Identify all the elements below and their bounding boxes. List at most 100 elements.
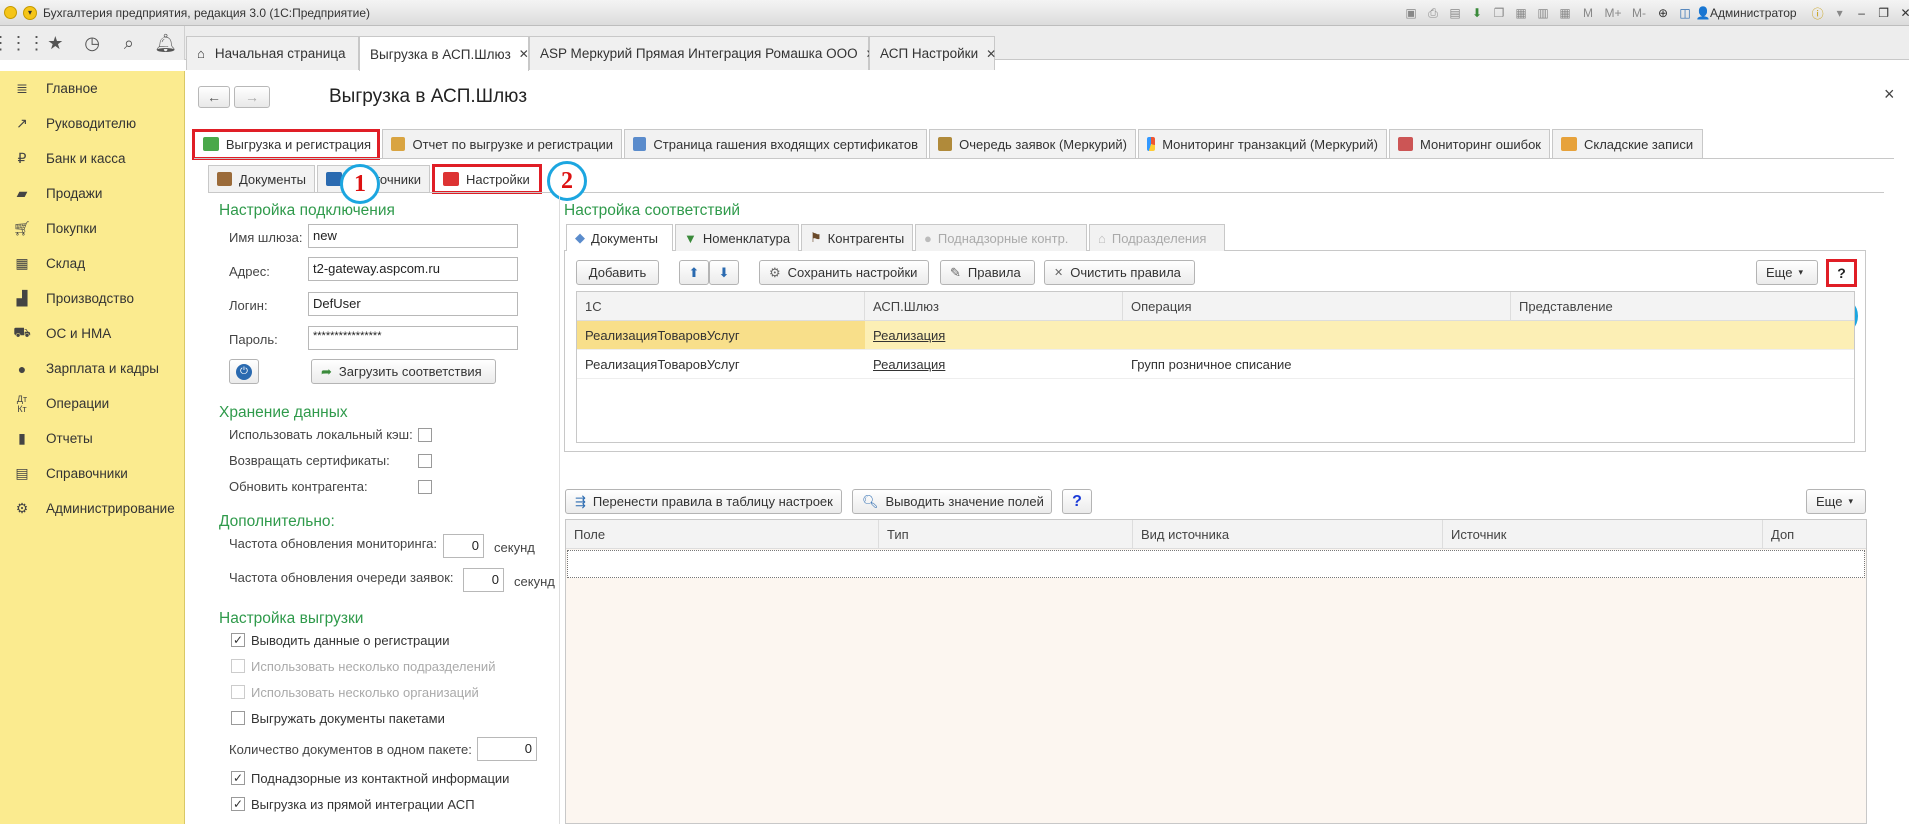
sidebar-item-production[interactable]: ▟ Производство [12, 281, 134, 316]
tab-transaction-monitoring[interactable]: Мониторинг транзакций (Меркурий) [1138, 129, 1387, 158]
notifications-icon[interactable]: 🔔︎ [147, 26, 184, 60]
column-header-extra[interactable]: Доп [1763, 520, 1866, 548]
multiple-departments-checkbox[interactable] [231, 659, 245, 673]
app-menu-icon[interactable]: ▾ [23, 5, 37, 20]
copy-icon[interactable]: ❐ [1488, 2, 1510, 24]
sidebar-item-assets[interactable]: ⛟ ОС и НМА [12, 316, 111, 351]
sidebar-item-salary[interactable]: ● Зарплата и кадры [12, 351, 159, 386]
column-header-source-kind[interactable]: Вид источника [1133, 520, 1443, 548]
cell-gateway[interactable]: Реализация [865, 321, 1123, 349]
packet-export-checkbox[interactable] [231, 711, 245, 725]
help-fields-button[interactable]: ? [1062, 489, 1092, 514]
memory-mplus-button[interactable]: M+ [1600, 2, 1626, 24]
column-splitter[interactable] [559, 196, 560, 824]
sidebar-item-catalogs[interactable]: ▤ Справочники [12, 456, 127, 491]
close-window-icon[interactable]: ✕ [1895, 2, 1909, 24]
column-header-source[interactable]: Источник [1443, 520, 1763, 548]
tab-asp-settings[interactable]: АСП Настройки ✕ [869, 36, 996, 70]
show-values-button[interactable]: 🔍︎ Выводить значение полей [852, 489, 1052, 514]
local-cache-checkbox[interactable] [418, 428, 432, 442]
back-button[interactable]: ← [198, 86, 230, 108]
rules-button[interactable]: ✎ Правила [940, 260, 1035, 285]
packet-size-field[interactable]: 0 [477, 737, 537, 761]
memory-mminus-button[interactable]: M- [1626, 2, 1652, 24]
multiple-organizations-checkbox[interactable] [231, 685, 245, 699]
sidebar-item-purchases[interactable]: 🛒︎ Покупки [12, 211, 97, 246]
preview-icon[interactable]: ▤ [1444, 2, 1466, 24]
mapping-tab-contractors[interactable]: ⚑ Контрагенты [801, 224, 913, 251]
mapping-tab-departments[interactable]: ⌂ Подразделения [1089, 224, 1225, 251]
login-field[interactable]: DefUser [308, 292, 518, 316]
column-header-1c[interactable]: 1С [577, 292, 865, 320]
help-button[interactable]: ? [1826, 259, 1857, 287]
tab-export[interactable]: Выгрузка в АСП.Шлюз ✕ [359, 36, 529, 71]
close-tab-icon[interactable]: ✕ [986, 47, 996, 61]
minimize-icon[interactable]: – [1851, 2, 1873, 24]
subtab-documents[interactable]: Документы [208, 165, 315, 192]
update-contractor-checkbox[interactable] [418, 480, 432, 494]
registration-data-checkbox[interactable]: ✓ [231, 633, 245, 647]
close-tab-icon[interactable]: ✕ [519, 47, 529, 61]
table-icon[interactable]: ▦ [1510, 2, 1532, 24]
calendar-icon[interactable]: ▦ [1554, 2, 1576, 24]
tab-home[interactable]: ⌂ Начальная страница [186, 36, 359, 70]
queue-frequency-field[interactable]: 0 [463, 568, 504, 592]
column-header-operation[interactable]: Операция [1123, 292, 1511, 320]
save-icon[interactable]: ▣ [1400, 2, 1422, 24]
gateway-name-field[interactable]: new [308, 224, 518, 248]
panel-icon[interactable]: ◫ [1674, 2, 1696, 24]
mapping-tab-supervised[interactable]: ● Поднадзорные контр. [915, 224, 1087, 251]
move-up-button[interactable]: ⬆ [679, 260, 709, 285]
tab-request-queue[interactable]: Очередь заявок (Меркурий) [929, 129, 1136, 158]
save-settings-button[interactable]: ⚙ Сохранить настройки [759, 260, 929, 285]
column-header-type[interactable]: Тип [879, 520, 1133, 548]
calculator-icon[interactable]: ▥ [1532, 2, 1554, 24]
search-icon[interactable]: ⌕ [111, 26, 148, 60]
sidebar-item-bank[interactable]: ₽ Банк и касса [12, 141, 126, 176]
clear-rules-button[interactable]: ✕ Очистить правила [1044, 260, 1195, 285]
sidebar-item-operations[interactable]: Дт Кт Операции [12, 386, 109, 421]
tab-certificates[interactable]: Страница гашения входящих сертификатов [624, 129, 927, 158]
tab-warehouse-records[interactable]: Складские записи [1552, 129, 1703, 158]
history-icon[interactable]: ◷ [74, 26, 111, 60]
column-header-representation[interactable]: Представление [1511, 292, 1854, 320]
favorites-icon[interactable]: ★ [37, 26, 74, 60]
memory-m-button[interactable]: M [1576, 2, 1600, 24]
mapping-tab-nomenclature[interactable]: ▼ Номенклатура [675, 224, 799, 251]
tab-mercury[interactable]: ASP Меркурий Прямая Интеграция Ромашка О… [529, 36, 876, 70]
close-form-icon[interactable]: × [1884, 84, 1895, 105]
sidebar-item-main[interactable]: ≣ Главное [12, 71, 97, 106]
monitoring-frequency-field[interactable]: 0 [443, 534, 484, 558]
column-header-gateway[interactable]: АСП.Шлюз [865, 292, 1123, 320]
move-down-button[interactable]: ⬇ [709, 260, 739, 285]
direct-integration-checkbox[interactable]: ✓ [231, 797, 245, 811]
options-icon[interactable]: ▾ [1829, 2, 1851, 24]
more-button[interactable]: Еще ▾ [1756, 260, 1818, 285]
sidebar-item-sales[interactable]: ▰ Продажи [12, 176, 103, 211]
all-functions-icon[interactable]: ⋮⋮⋮ [0, 26, 46, 60]
user-name[interactable]: Администратор [1710, 6, 1797, 20]
table-row[interactable]: РеализацияТоваровУслуг Реализация Групп … [577, 350, 1854, 379]
forward-button[interactable]: → [234, 86, 270, 108]
mapping-tab-documents[interactable]: ◆ Документы [566, 224, 673, 251]
password-field[interactable]: **************** [308, 326, 518, 350]
supervised-contacts-checkbox[interactable]: ✓ [231, 771, 245, 785]
tab-error-monitoring[interactable]: Мониторинг ошибок [1389, 129, 1550, 158]
sidebar-item-admin[interactable]: ⚙ Администрирование [12, 491, 175, 526]
more-fields-button[interactable]: Еще ▾ [1806, 489, 1866, 514]
add-button[interactable]: Добавить [576, 260, 659, 285]
print-icon[interactable]: ⎙ [1422, 2, 1444, 24]
sidebar-item-manager[interactable]: ↗ Руководителю [12, 106, 136, 141]
column-header-field[interactable]: Поле [566, 520, 879, 548]
address-field[interactable]: t2-gateway.aspcom.ru [308, 257, 518, 281]
return-certs-checkbox[interactable] [418, 454, 432, 468]
info-icon[interactable]: ⓘ [1807, 2, 1829, 24]
table-row[interactable] [567, 550, 1865, 578]
tab-export-report[interactable]: Отчет по выгрузке и регистрации [382, 129, 622, 158]
sidebar-item-reports[interactable]: ▮ Отчеты [12, 421, 93, 456]
sidebar-item-warehouse[interactable]: ▦ Склад [12, 246, 85, 281]
maximize-icon[interactable]: ❐ [1873, 2, 1895, 24]
cell-gateway[interactable]: Реализация [865, 350, 1123, 378]
zoom-icon[interactable]: ⊕ [1652, 2, 1674, 24]
power-button[interactable]: ⏻ [229, 359, 259, 384]
